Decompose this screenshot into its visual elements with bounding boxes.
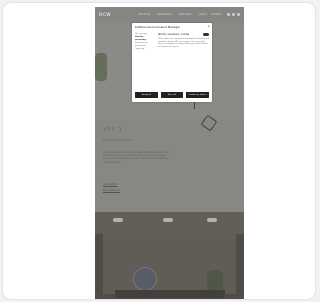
section-text: These cookies are necessary for the webs… xyxy=(158,38,209,48)
accept-all-button[interactable]: Accept all xyxy=(135,92,158,98)
website-screenshot: DCW Products Collections Inspiration Abo… xyxy=(95,7,244,299)
close-icon[interactable]: × xyxy=(207,24,210,28)
reject-all-button[interactable]: Reject all xyxy=(160,92,184,98)
confirm-choices-button[interactable]: Confirm my choices xyxy=(186,92,210,98)
consent-details: Strictly necessary cookies These cookies… xyxy=(158,33,209,48)
section-heading: Strictly necessary cookies xyxy=(158,33,190,36)
dialog-actions: Accept all Reject all Confirm my choices xyxy=(135,92,210,98)
consent-category-list: Your privacy Strictly necessary Performa… xyxy=(135,33,155,51)
category-targeting[interactable]: Targeting xyxy=(135,48,155,51)
consent-toggle[interactable] xyxy=(203,33,209,36)
preview-card: DCW Products Collections Inspiration Abo… xyxy=(2,2,316,300)
cookie-consent-dialog: Preferences & Consent Manager × Your pri… xyxy=(132,23,212,102)
dialog-title: Preferences & Consent Manager xyxy=(135,25,181,29)
